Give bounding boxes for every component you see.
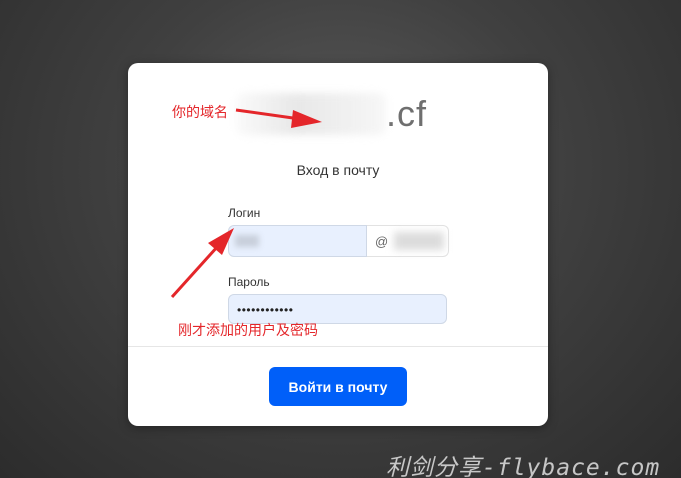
- domain-arrow: [235, 108, 322, 128]
- credentials-arrow: [170, 228, 234, 299]
- annotation-arrows: [170, 108, 322, 299]
- watermark: 利剑分享-flybace.com: [386, 455, 661, 478]
